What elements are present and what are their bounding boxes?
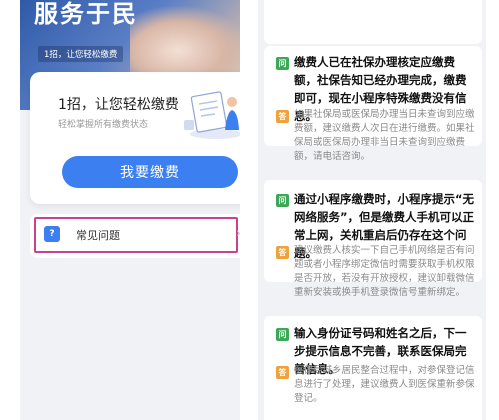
answer-badge: 答: [276, 110, 289, 123]
faq-label: 常见问题: [76, 229, 120, 242]
question-badge: 问: [276, 194, 289, 207]
answer-badge: 答: [276, 246, 289, 259]
answer-text: 医保局城乡居民整合过程中，对参保登记信息进行了处理，建议缴费人到医保重新参保登记…: [294, 365, 475, 404]
left-phone-screen: 服务于民 1招，让您轻松缴费 1招，让您轻松缴费 轻松掌握所有缴费状态 我要缴费…: [20, 0, 240, 420]
faq-icon: ?: [44, 226, 60, 242]
question-badge: 问: [276, 57, 289, 70]
right-phone-screen: 问 缴费人已在社保办理核定应缴费额，社保告知已经办理完成，缴费即可，现在小程序特…: [258, 0, 486, 420]
banner-tagline: 1招，让您轻松缴费: [38, 46, 124, 62]
faq-highlight-box: [34, 217, 238, 253]
pay-card-subtitle: 轻松掌握所有缴费状态: [58, 120, 149, 130]
banner-title: 服务于民: [34, 0, 138, 28]
payment-illustration-icon: [184, 91, 240, 139]
pay-card: 1招，让您轻松缴费 轻松掌握所有缴费状态 我要缴费: [30, 72, 240, 204]
question-badge: 问: [276, 328, 289, 341]
qa-card-top: [264, 0, 482, 44]
answer-badge: 答: [276, 366, 289, 379]
pay-now-button[interactable]: 我要缴费: [62, 156, 238, 188]
answer-text: 如果社保局或医保局办理当日未查询到应缴费额，建议缴费人次日在进行缴费。如果社保局…: [294, 109, 475, 162]
pay-card-title: 1招，让您轻松缴费: [58, 97, 179, 113]
answer-text: 建议缴费人核实一下自己手机网络是否有问题或者小程序绑定微信时需要获取手机权限是否…: [294, 245, 475, 298]
chevron-right-icon: ›: [236, 226, 240, 240]
